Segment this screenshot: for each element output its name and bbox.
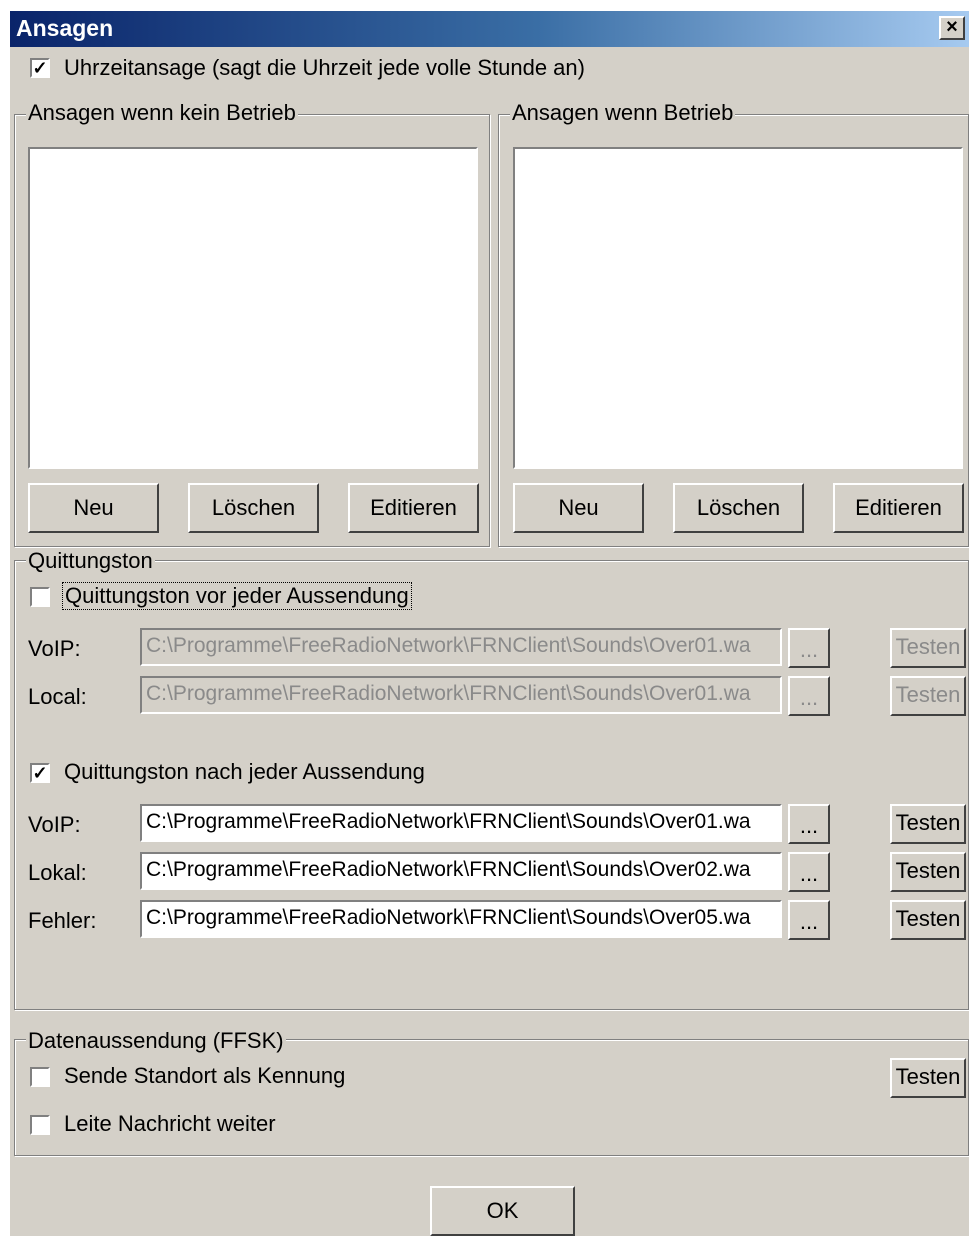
- after-error-path-input[interactable]: C:\Programme\FreeRadioNetwork\FRNClient\…: [140, 900, 782, 938]
- send-location-label: Sende Standort als Kennung: [64, 1063, 346, 1088]
- new-button-operation[interactable]: Neu: [513, 483, 644, 533]
- ok-button[interactable]: OK: [430, 1186, 575, 1236]
- checkmark-icon: ✓: [32, 58, 48, 78]
- new-button-no-operation[interactable]: Neu: [28, 483, 159, 533]
- group-operation-legend: Ansagen wenn Betrieb: [510, 100, 736, 126]
- announcements-no-operation-list[interactable]: [28, 147, 478, 469]
- after-local-path-input[interactable]: C:\Programme\FreeRadioNetwork\FRNClient\…: [140, 852, 782, 890]
- close-icon: ×: [946, 16, 958, 38]
- dialog-window: Ansagen × ✓ Uhrzeitansage (sagt die Uhrz…: [10, 11, 969, 1236]
- before-local-browse-button[interactable]: ...: [788, 676, 830, 716]
- delete-button-operation[interactable]: Löschen: [673, 483, 804, 533]
- title-bar: Ansagen ×: [10, 11, 969, 47]
- before-voip-path-input[interactable]: C:\Programme\FreeRadioNetwork\FRNClient\…: [140, 628, 782, 666]
- ack-after-label: Quittungston nach jeder Aussendung: [64, 759, 425, 784]
- ack-before-checkbox[interactable]: [30, 587, 50, 607]
- close-button[interactable]: ×: [939, 16, 965, 40]
- ack-before-label: Quittungston vor jeder Aussendung: [62, 582, 412, 610]
- delete-button-no-operation[interactable]: Löschen: [188, 483, 319, 533]
- time-announcement-checkbox[interactable]: ✓: [30, 58, 50, 78]
- after-local-test-button[interactable]: Testen: [890, 852, 966, 892]
- data-test-button[interactable]: Testen: [890, 1058, 966, 1098]
- before-local-label: Local:: [28, 684, 87, 709]
- after-error-label: Fehler:: [28, 908, 97, 933]
- after-voip-test-button[interactable]: Testen: [890, 804, 966, 844]
- group-data-transmission: [14, 1039, 969, 1156]
- before-local-path-input[interactable]: C:\Programme\FreeRadioNetwork\FRNClient\…: [140, 676, 782, 714]
- after-voip-label: VoIP:: [28, 812, 81, 837]
- after-error-test-button[interactable]: Testen: [890, 900, 966, 940]
- forward-message-label: Leite Nachricht weiter: [64, 1111, 276, 1136]
- announcements-operation-list[interactable]: [513, 147, 963, 469]
- group-no-operation-legend: Ansagen wenn kein Betrieb: [26, 100, 298, 126]
- ack-after-checkbox[interactable]: ✓: [30, 763, 50, 783]
- after-voip-browse-button[interactable]: ...: [788, 804, 830, 844]
- forward-message-checkbox[interactable]: [30, 1115, 50, 1135]
- before-voip-test-button[interactable]: Testen: [890, 628, 966, 668]
- edit-button-operation[interactable]: Editieren: [833, 483, 964, 533]
- after-local-label: Lokal:: [28, 860, 87, 885]
- before-voip-browse-button[interactable]: ...: [788, 628, 830, 668]
- after-local-browse-button[interactable]: ...: [788, 852, 830, 892]
- edit-button-no-operation[interactable]: Editieren: [348, 483, 479, 533]
- ack-tone-legend: Quittungston: [26, 548, 155, 574]
- after-voip-path-input[interactable]: C:\Programme\FreeRadioNetwork\FRNClient\…: [140, 804, 782, 842]
- data-transmission-legend: Datenaussendung (FFSK): [26, 1028, 286, 1054]
- checkmark-icon: ✓: [32, 763, 48, 783]
- window-title: Ansagen: [16, 15, 114, 41]
- after-error-browse-button[interactable]: ...: [788, 900, 830, 940]
- before-voip-label: VoIP:: [28, 636, 81, 661]
- send-location-checkbox[interactable]: [30, 1067, 50, 1087]
- time-announcement-label: Uhrzeitansage (sagt die Uhrzeit jede vol…: [64, 55, 585, 80]
- before-local-test-button[interactable]: Testen: [890, 676, 966, 716]
